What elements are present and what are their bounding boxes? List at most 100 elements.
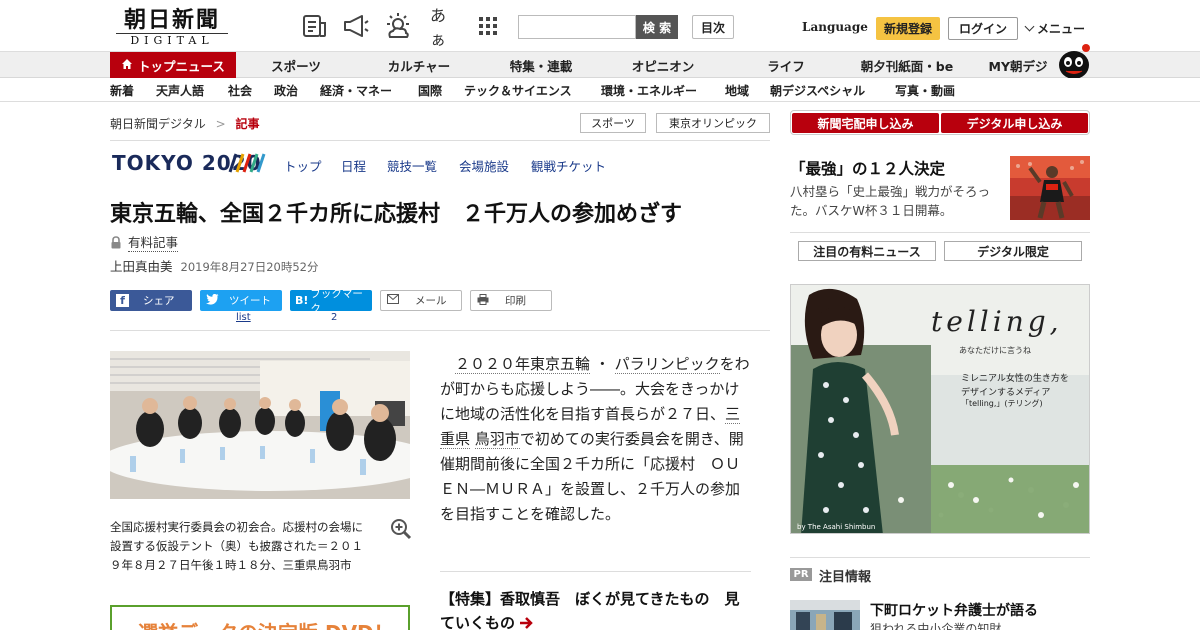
ad-copy-2: デザインするメディア [961, 388, 1051, 398]
nav-item-culture[interactable]: カルチャー [374, 52, 464, 78]
breadcrumb-home[interactable]: 朝日新聞デジタル [110, 117, 206, 131]
hatena-count[interactable]: 2 [331, 312, 337, 323]
breadcrumb: 朝日新聞デジタル > 記事 [110, 115, 260, 132]
dvd-banner[interactable]: 選挙データの決定版 DVD！ [110, 605, 410, 630]
subnav-item-photo[interactable]: 写真・動画 [895, 82, 955, 99]
weather-icon[interactable] [384, 12, 412, 40]
ad-copy-1: ミレニアル女性の生き方を [961, 374, 1069, 384]
facebook-share-button[interactable]: f シェア [110, 290, 192, 311]
nav-item-my-asadeji[interactable]: MY朝デジ [978, 52, 1058, 78]
mascot-icon[interactable] [1054, 42, 1092, 80]
tag-sports[interactable]: スポーツ [580, 113, 646, 133]
home-icon [121, 58, 133, 73]
twitter-count[interactable]: list [236, 312, 251, 323]
keyword-link-toba[interactable]: 鳥羽市 [474, 430, 520, 449]
login-button[interactable]: ログイン [948, 17, 1018, 40]
tokyo2020-link-top[interactable]: トップ [284, 156, 322, 175]
twitter-share-label: ツイート [229, 295, 271, 307]
pr-headline[interactable]: 下町ロケット弁護士が語る [870, 600, 1038, 620]
article-photo[interactable] [110, 351, 410, 499]
subnav-item-local[interactable]: 地域 [725, 82, 749, 99]
language-link[interactable]: Language [802, 20, 868, 34]
chevron-down-icon [1024, 21, 1035, 32]
subnav-item-politics[interactable]: 政治 [274, 82, 298, 99]
mail-label: メール [415, 295, 447, 307]
asahi-digital-logo[interactable]: 朝日新聞 DIGITAL [116, 7, 228, 47]
tokyo2020-stripes-icon [228, 153, 268, 177]
lock-icon [110, 234, 122, 253]
mail-button[interactable]: メール [380, 290, 462, 311]
divider [440, 571, 751, 572]
body-indent [440, 355, 455, 373]
newspaper-icon[interactable] [300, 12, 328, 40]
subnav-item-society[interactable]: 社会 [228, 82, 252, 99]
font-size-icon[interactable]: あぁ [430, 6, 458, 49]
register-button[interactable]: 新規登録 [876, 17, 940, 40]
tab-digital-only[interactable]: デジタル限定 [944, 241, 1082, 261]
nav-item-life[interactable]: ライフ [746, 52, 826, 78]
nav-item-sports[interactable]: スポーツ [256, 52, 336, 78]
logo-sub: DIGITAL [116, 33, 228, 47]
print-button[interactable]: 印刷 [470, 290, 552, 311]
ad-tagline: あなただけに言うね [959, 346, 1031, 355]
keyword-link-paralympics[interactable]: パラリンピック [614, 355, 720, 374]
subnav-item-international[interactable]: 国際 [418, 82, 442, 99]
feature-link[interactable]: 【特集】香取慎吾 ぼくが見てきたもの 見ていくもの [440, 587, 740, 630]
twitter-icon [206, 293, 219, 308]
search-input[interactable] [518, 15, 636, 39]
twitter-share-button[interactable]: ツイート [200, 290, 282, 311]
facebook-share-label: シェア [143, 295, 175, 307]
megaphone-icon[interactable] [342, 12, 370, 40]
nav-item-opinion[interactable]: オピニオン [618, 52, 708, 78]
tokyo2020-link-tickets[interactable]: 観戦チケット [531, 156, 606, 175]
telling-ad-banner[interactable]: telling, あなただけに言うね ミレニアル女性の生き方を デザインするメデ… [790, 284, 1090, 534]
publish-date: 2019年8月27日20時52分 [180, 260, 319, 274]
pr-section-title: 注目情報 [819, 570, 872, 585]
body-text-segment: ・ [594, 355, 610, 373]
paid-article-label[interactable]: 有料記事 [128, 232, 179, 252]
print-label: 印刷 [505, 295, 526, 307]
subnav-item-environment[interactable]: 環境・エネルギー [601, 82, 697, 99]
menu-button[interactable]: メニュー [1024, 20, 1086, 37]
logo-kanji: 朝日新聞 [123, 7, 220, 33]
hatena-label: ブックマーク [310, 287, 363, 315]
nav-item-top-news[interactable]: トップニュース [110, 52, 236, 78]
subnav-item-tensei[interactable]: 天声人語 [156, 82, 204, 99]
keyword-link-tokyo2020[interactable]: ２０２０年東京五輪 [455, 355, 591, 374]
sidebar-news-title[interactable]: 「最強」の１２人決定 [790, 157, 945, 179]
tokyo2020-link-sports[interactable]: 競技一覧 [387, 156, 437, 175]
article-headline: 東京五輪、全国２千カ所に応援村 ２千万人の参加めざす [110, 202, 683, 227]
tokyo2020-link-schedule[interactable]: 日程 [341, 156, 366, 175]
nav-label: トップニュース [138, 58, 225, 74]
ad-brand: telling, [931, 305, 1063, 338]
subnav-item-new[interactable]: 新着 [110, 82, 134, 99]
divider [110, 330, 770, 331]
nav-item-features[interactable]: 特集・連載 [496, 52, 586, 78]
subnav-item-economy[interactable]: 経済・マネー [320, 82, 392, 99]
hatena-bookmark-button[interactable]: B! ブックマーク [290, 288, 372, 315]
subscribe-paper-button[interactable]: 新聞宅配申し込み [792, 113, 939, 133]
divider [790, 232, 1090, 233]
facebook-icon: f [116, 294, 129, 307]
pr-subheadline[interactable]: 狙われる中小企業の知財 [870, 620, 1001, 630]
nav-item-paper[interactable]: 朝夕刊紙面・be [852, 52, 962, 78]
zoom-icon[interactable] [390, 518, 412, 540]
pr-thumbnail[interactable] [790, 600, 860, 630]
subnav-item-special[interactable]: 朝デジスペシャル [770, 82, 865, 99]
ad-copy-3: 「telling,」(テリング) [961, 399, 1043, 408]
tag-tokyo-olympics[interactable]: 東京オリンピック [656, 113, 770, 133]
subnav-item-tech[interactable]: テック＆サイエンス [464, 82, 572, 99]
search-button[interactable]: 検 索 [636, 15, 678, 39]
sidebar-news-desc[interactable]: 八村塁ら「史上最強」戦力がそろった。バスケW杯３１日開幕。 [790, 182, 1002, 220]
divider [790, 557, 1090, 558]
tab-paid-news[interactable]: 注目の有料ニュース [798, 241, 936, 261]
toc-button[interactable]: 目次 [692, 15, 734, 39]
article-body: ２０２０年東京五輪 ・ パラリンピックをわが町からも応援しよう――。大会をきっか… [440, 352, 750, 527]
subscribe-digital-button[interactable]: デジタル申し込み [941, 113, 1088, 133]
grid-menu-icon[interactable] [474, 12, 502, 40]
tokyo2020-link-venues[interactable]: 会場施設 [459, 156, 509, 175]
sidebar-news-photo[interactable] [1010, 156, 1090, 220]
menu-label: メニュー [1037, 22, 1086, 36]
dvd-banner-text: 選挙データの決定版 DVD！ [138, 617, 394, 630]
ad-credit: by The Asahi Shimbun [797, 523, 876, 531]
